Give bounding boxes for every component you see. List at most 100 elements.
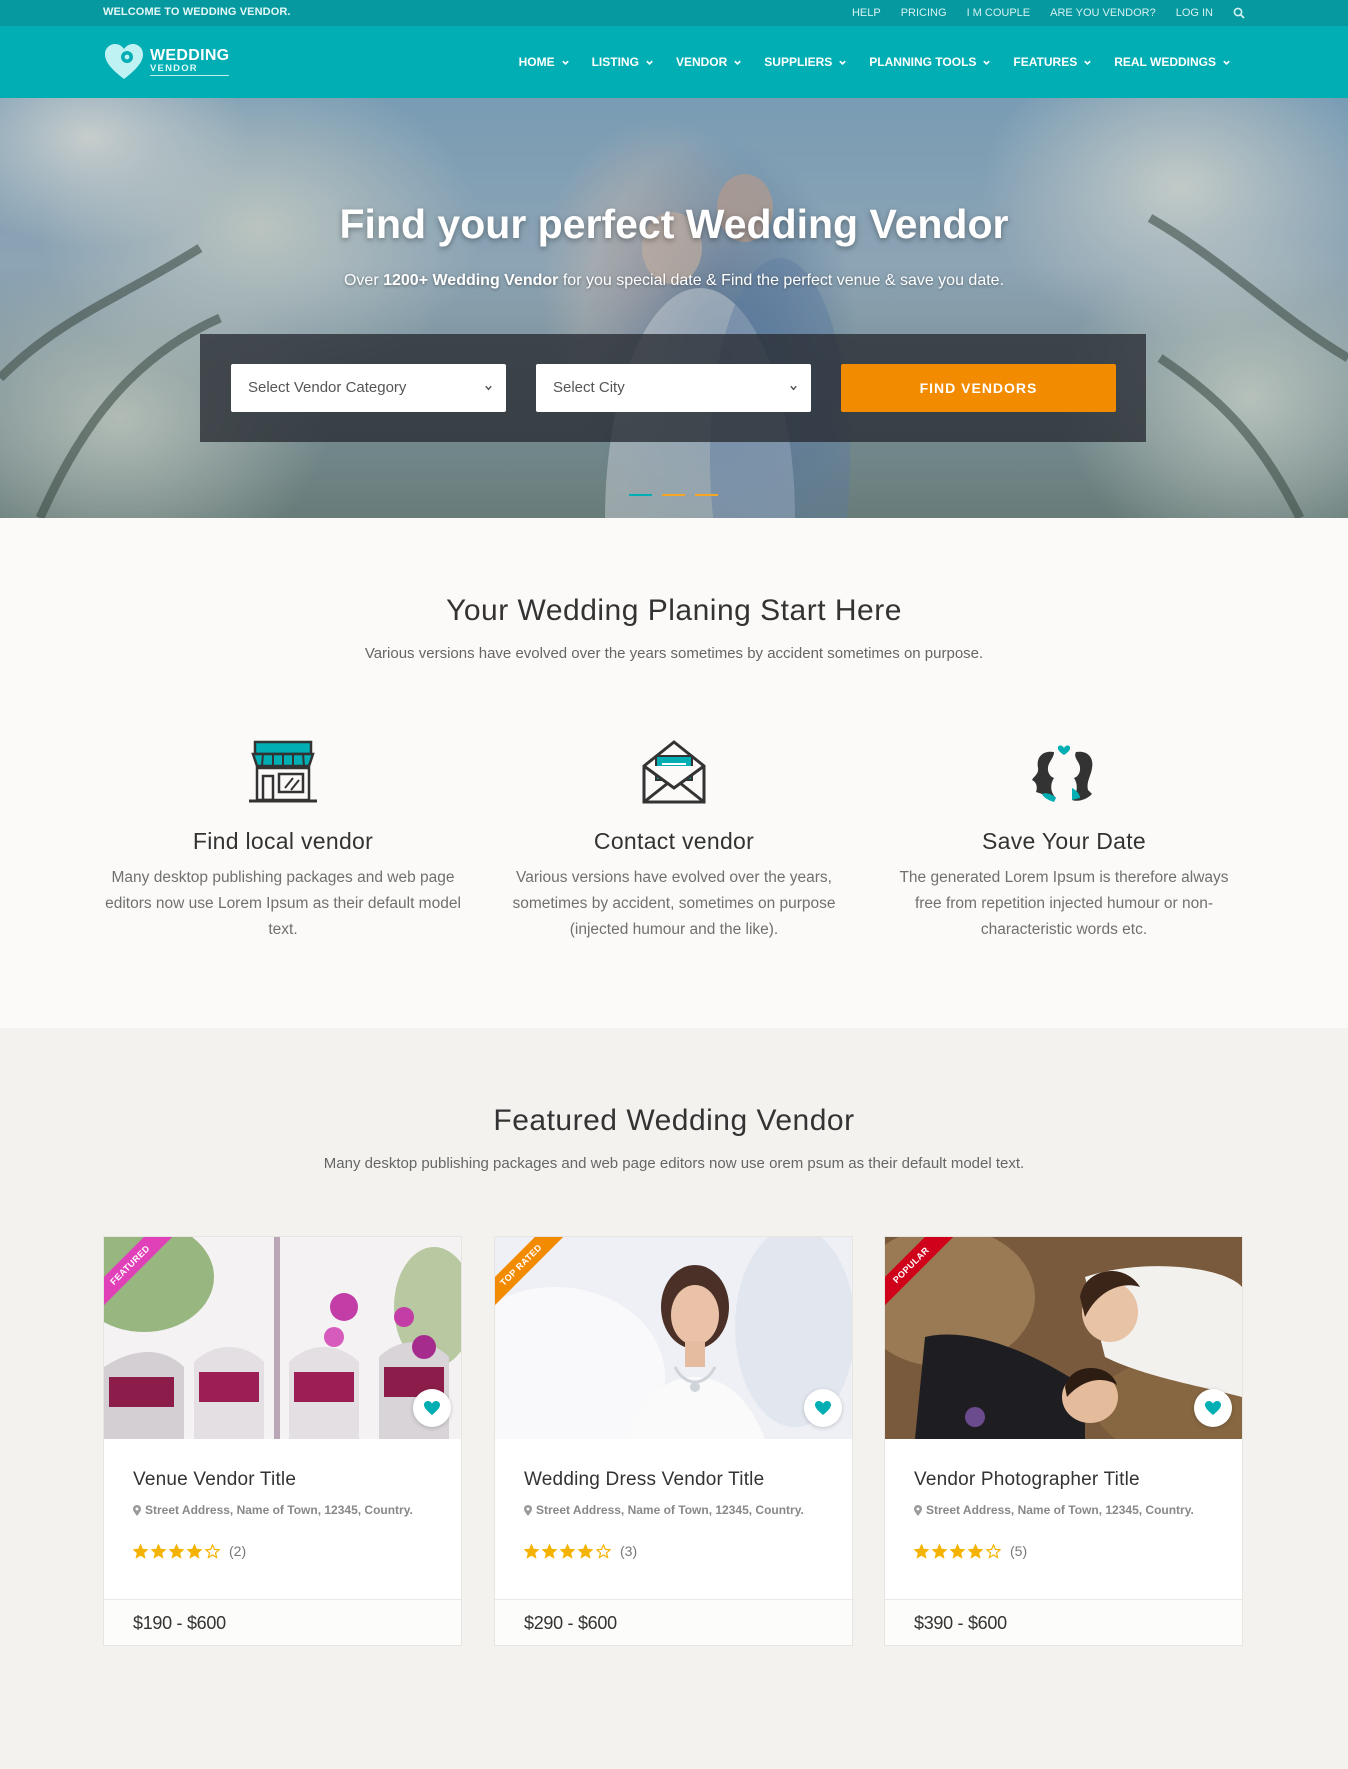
favorite-button[interactable] xyxy=(804,1389,842,1427)
feature-contact-vendor: Contact vendor Various versions have evo… xyxy=(494,738,854,943)
favorite-button[interactable] xyxy=(413,1389,451,1427)
feature-title: Contact vendor xyxy=(593,828,755,854)
star-filled-icon xyxy=(914,1543,929,1559)
slide-dot[interactable] xyxy=(695,494,718,496)
address-text: Street Address, Name of Town, 12345, Cou… xyxy=(926,1503,1194,1517)
star-filled-icon xyxy=(578,1543,593,1559)
vendor-image-dress[interactable]: TOP RATED xyxy=(495,1237,852,1439)
nav-suppliers[interactable]: SUPPLIERS xyxy=(764,55,847,69)
feature-save-date: Save Your Date The generated Lorem Ipsum… xyxy=(884,738,1244,943)
logo-vendor-text: VENDOR xyxy=(150,63,230,76)
price-bar: $390 - $600 xyxy=(885,1599,1242,1645)
slide-dot[interactable] xyxy=(629,494,652,496)
favorite-button[interactable] xyxy=(1194,1389,1232,1427)
vendor-image-venue[interactable]: FEATURED xyxy=(104,1237,461,1439)
star-filled-icon xyxy=(524,1543,539,1559)
vendor-search-form: Select Vendor Category Select City FIND … xyxy=(200,334,1146,442)
vendor-title[interactable]: Wedding Dress Vendor Title xyxy=(524,1469,764,1491)
pricing-link[interactable]: PRICING xyxy=(901,7,947,19)
chevron-down-icon xyxy=(734,60,742,65)
map-marker-icon xyxy=(914,1504,922,1516)
hero-sub-bold: 1200+ Wedding Vendor xyxy=(383,272,559,289)
nav-planning-tools[interactable]: PLANNING TOOLS xyxy=(869,55,991,69)
vendor-card-dress[interactable]: TOP RATED Wedding Dress Vendor Title Str… xyxy=(494,1236,853,1646)
review-count: (5) xyxy=(1010,1543,1028,1559)
hero-sub-suffix: for you special date & Find the perfect … xyxy=(558,272,1005,289)
star-filled-icon xyxy=(542,1543,557,1559)
star-filled-icon xyxy=(950,1543,965,1559)
star-empty-icon xyxy=(596,1543,611,1559)
top-bar: WELCOME TO WEDDING VENDOR. HELP PRICING … xyxy=(0,0,1348,26)
search-icon[interactable] xyxy=(1233,7,1245,19)
vendor-card-photographer[interactable]: POPULAR Vendor Photographer Title Street… xyxy=(884,1236,1243,1646)
star-filled-icon xyxy=(932,1543,947,1559)
featured-vendors-section: Featured Wedding Vendor Many desktop pub… xyxy=(0,1028,1348,1756)
planning-subtitle: Various versions have evolved over the y… xyxy=(364,645,984,662)
heart-icon xyxy=(815,1401,831,1415)
star-filled-icon xyxy=(187,1543,202,1559)
help-link[interactable]: HELP xyxy=(852,7,881,19)
vendor-title[interactable]: Vendor Photographer Title xyxy=(914,1469,1140,1491)
chevron-down-icon xyxy=(485,385,492,391)
hero-sub-prefix: Over xyxy=(343,272,384,289)
star-filled-icon xyxy=(151,1543,166,1559)
nav-real-weddings[interactable]: REAL WEDDINGS xyxy=(1114,55,1231,69)
planning-title: Your Wedding Planing Start Here xyxy=(446,594,902,627)
feature-text: Many desktop publishing packages and web… xyxy=(105,869,461,938)
vendor-card-venue[interactable]: FEATURED Venue Vendor Title Street Addre… xyxy=(103,1236,462,1646)
chevron-down-icon xyxy=(646,60,653,65)
shop-icon xyxy=(249,740,317,803)
vendor-category-select[interactable]: Select Vendor Category xyxy=(231,364,506,412)
nav-features[interactable]: FEATURES xyxy=(1013,55,1092,69)
login-link[interactable]: LOG IN xyxy=(1176,7,1213,19)
vendor-address: Street Address, Name of Town, 12345, Cou… xyxy=(133,1503,413,1517)
hero-subtitle: Over 1200+ Wedding Vendor for you specia… xyxy=(0,272,1348,290)
vendor-link[interactable]: ARE YOU VENDOR? xyxy=(1050,7,1156,19)
price-range: $390 - $600 xyxy=(914,1613,1007,1633)
main-header: WEDDING VENDOR HOME LISTING VENDOR SUPPL… xyxy=(0,26,1348,98)
nav-label: VENDOR xyxy=(675,55,728,69)
heart-icon xyxy=(1205,1401,1221,1415)
star-empty-icon xyxy=(205,1543,220,1559)
price-range: $190 - $600 xyxy=(133,1613,226,1633)
vendor-address: Street Address, Name of Town, 12345, Cou… xyxy=(914,1503,1194,1517)
review-count: (2) xyxy=(229,1543,247,1559)
heart-icon xyxy=(424,1401,440,1415)
nav-label: FEATURES xyxy=(1013,55,1078,69)
featured-subtitle: Many desktop publishing packages and web… xyxy=(323,1155,1025,1172)
chevron-down-icon xyxy=(1084,60,1091,65)
nav-vendor[interactable]: VENDOR xyxy=(676,55,742,69)
site-logo[interactable]: WEDDING VENDOR xyxy=(103,43,230,81)
vendor-rating: (3) xyxy=(524,1543,637,1559)
vendor-image-photographer[interactable]: POPULAR xyxy=(885,1237,1242,1439)
address-text: Street Address, Name of Town, 12345, Cou… xyxy=(536,1503,804,1517)
welcome-text: WELCOME TO WEDDING VENDOR. xyxy=(103,6,291,18)
star-filled-icon xyxy=(133,1543,148,1559)
nav-home[interactable]: HOME xyxy=(519,55,570,69)
star-filled-icon xyxy=(560,1543,575,1559)
chevron-down-icon xyxy=(1223,60,1230,65)
price-bar: $290 - $600 xyxy=(495,1599,852,1645)
vendor-rating: (5) xyxy=(914,1543,1027,1559)
envelope-icon xyxy=(642,740,706,804)
chevron-down-icon xyxy=(790,385,797,391)
feature-text: The generated Lorem Ipsum is therefore a… xyxy=(899,869,1229,938)
nav-listing[interactable]: LISTING xyxy=(592,55,654,69)
vendor-title[interactable]: Venue Vendor Title xyxy=(133,1469,296,1491)
hero-title: Find your perfect Wedding Vendor xyxy=(339,201,1009,247)
price-range: $290 - $600 xyxy=(524,1613,617,1633)
address-text: Street Address, Name of Town, 12345, Cou… xyxy=(145,1503,413,1517)
chevron-down-icon xyxy=(561,60,569,65)
couple-link[interactable]: I M COUPLE xyxy=(967,7,1031,19)
review-count: (3) xyxy=(620,1543,638,1559)
find-vendors-button[interactable]: FIND VENDORS xyxy=(841,364,1116,412)
chevron-down-icon xyxy=(839,60,847,65)
price-bar: $190 - $600 xyxy=(104,1599,461,1645)
feature-title: Find local vendor xyxy=(192,828,374,854)
slide-dot[interactable] xyxy=(662,494,685,496)
nav-label: PLANNING TOOLS xyxy=(869,55,977,69)
vendor-rating: (2) xyxy=(133,1543,246,1559)
bride-photo xyxy=(495,1237,852,1439)
vendor-address: Street Address, Name of Town, 12345, Cou… xyxy=(524,1503,804,1517)
city-select[interactable]: Select City xyxy=(536,364,811,412)
